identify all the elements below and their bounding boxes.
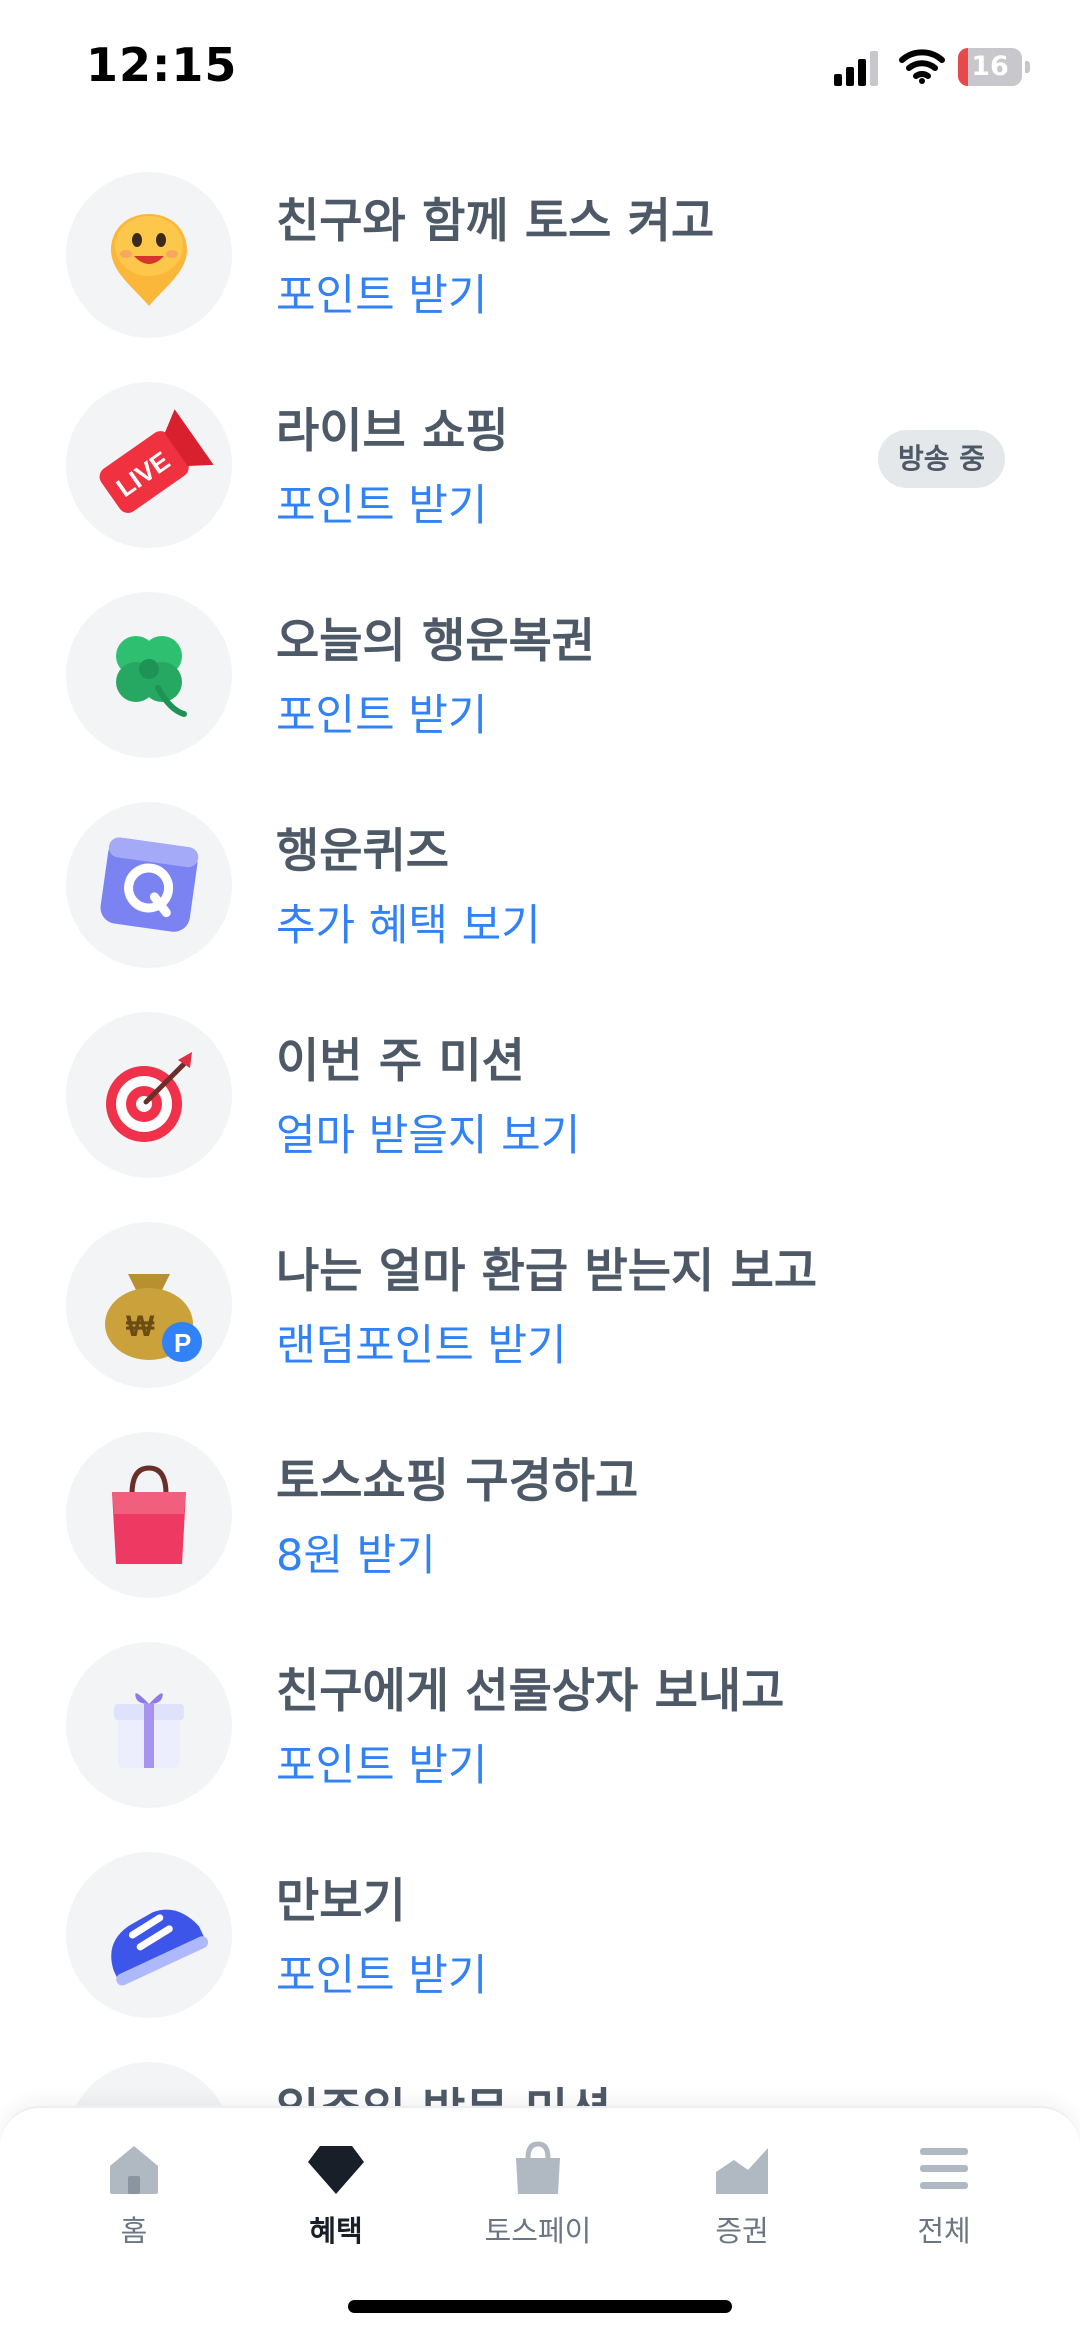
benefit-subtitle: 추가 혜택 보기	[276, 901, 541, 951]
tab-securities-label: 증권	[715, 2214, 769, 2248]
benefit-title: 친구에게 선물상자 보내고	[276, 1664, 785, 1719]
target-dart-icon	[66, 1012, 232, 1178]
live-megaphone-icon: LIVE	[66, 382, 232, 548]
benefit-subtitle: 포인트 받기	[276, 1741, 488, 1791]
benefit-item-invite-friends[interactable]: 친구와 함께 토스 켜고 포인트 받기	[0, 162, 1080, 372]
battery-level: 16	[971, 51, 1009, 82]
wifi-icon	[899, 49, 945, 84]
benefit-subtitle: 포인트 받기	[276, 1951, 488, 2001]
battery-icon: 16	[958, 48, 1032, 86]
benefit-item-gift-box[interactable]: 친구에게 선물상자 보내고 포인트 받기	[0, 1632, 1080, 1842]
live-status-badge: 방송 중	[878, 430, 1006, 488]
tab-home-label: 홈	[120, 2214, 148, 2248]
chart-icon	[716, 2148, 768, 2194]
benefit-subtitle: 포인트 받기	[276, 691, 488, 741]
benefit-title: 토스쇼핑 구경하고	[276, 1454, 639, 1509]
four-leaf-clover-icon	[66, 592, 232, 758]
tab-benefits-label: 혜택	[309, 2214, 363, 2248]
benefit-subtitle: 8원 받기	[276, 1531, 436, 1581]
benefit-item-toss-shopping[interactable]: 토스쇼핑 구경하고 8원 받기	[0, 1422, 1080, 1632]
benefit-title: 나는 얼마 환급 받는지 보고	[276, 1244, 818, 1299]
gem-icon	[308, 2146, 364, 2194]
benefit-item-weekly-mission[interactable]: 이번 주 미션 얼마 받을지 보기	[0, 1002, 1080, 1212]
tab-home[interactable]: 홈	[54, 2138, 214, 2268]
svg-text:₩: ₩	[126, 1310, 155, 1343]
benefit-subtitle: 랜덤포인트 받기	[276, 1321, 567, 1371]
tab-tosspay[interactable]: 토스페이	[458, 2138, 618, 2268]
shopping-bag-icon	[66, 1432, 232, 1598]
tab-all[interactable]: 전체	[864, 2138, 1024, 2268]
tab-all-label: 전체	[917, 2214, 971, 2248]
smiley-location-pin-icon	[66, 172, 232, 338]
benefit-subtitle: 포인트 받기	[276, 271, 488, 321]
benefit-item-tax-refund[interactable]: ₩ P 나는 얼마 환급 받는지 보고 랜덤포인트 받기	[0, 1212, 1080, 1422]
sneaker-icon	[66, 1852, 232, 2018]
benefit-subtitle: 얼마 받을지 보기	[276, 1111, 581, 1161]
benefit-title: 이번 주 미션	[276, 1034, 525, 1089]
quiz-q-block-icon	[66, 802, 232, 968]
tab-benefits[interactable]: 혜택	[256, 2138, 416, 2268]
benefit-title: 만보기	[276, 1874, 406, 1929]
benefits-list: 친구와 함께 토스 켜고 포인트 받기 LIVE 라이브 쇼핑 포인트 받기 방…	[0, 162, 1080, 2262]
benefit-title: 친구와 함께 토스 켜고	[276, 194, 715, 249]
benefit-title: 오늘의 행운복권	[276, 614, 596, 669]
menu-icon	[920, 2148, 968, 2189]
money-bag-icon: ₩ P	[66, 1222, 232, 1388]
benefit-item-lottery[interactable]: 오늘의 행운복권 포인트 받기	[0, 582, 1080, 792]
tab-securities[interactable]: 증권	[662, 2138, 822, 2268]
svg-text:P: P	[174, 1328, 191, 1358]
benefit-title: 행운퀴즈	[276, 824, 449, 879]
benefit-item-pedometer[interactable]: 만보기 포인트 받기	[0, 1842, 1080, 2052]
benefit-title: 라이브 쇼핑	[276, 404, 509, 459]
status-bar: 12:15 16	[0, 0, 1080, 140]
benefit-subtitle: 포인트 받기	[276, 481, 488, 531]
home-indicator	[348, 2300, 732, 2313]
cellular-signal-icon	[834, 51, 878, 86]
gift-box-icon	[66, 1642, 232, 1808]
home-icon	[110, 2146, 158, 2194]
benefit-item-live-shopping[interactable]: LIVE 라이브 쇼핑 포인트 받기 방송 중	[0, 372, 1080, 582]
benefit-item-lucky-quiz[interactable]: 행운퀴즈 추가 혜택 보기	[0, 792, 1080, 1002]
tab-tosspay-label: 토스페이	[484, 2214, 592, 2248]
shopping-bag-icon	[516, 2141, 560, 2194]
status-time: 12:15	[86, 38, 238, 92]
